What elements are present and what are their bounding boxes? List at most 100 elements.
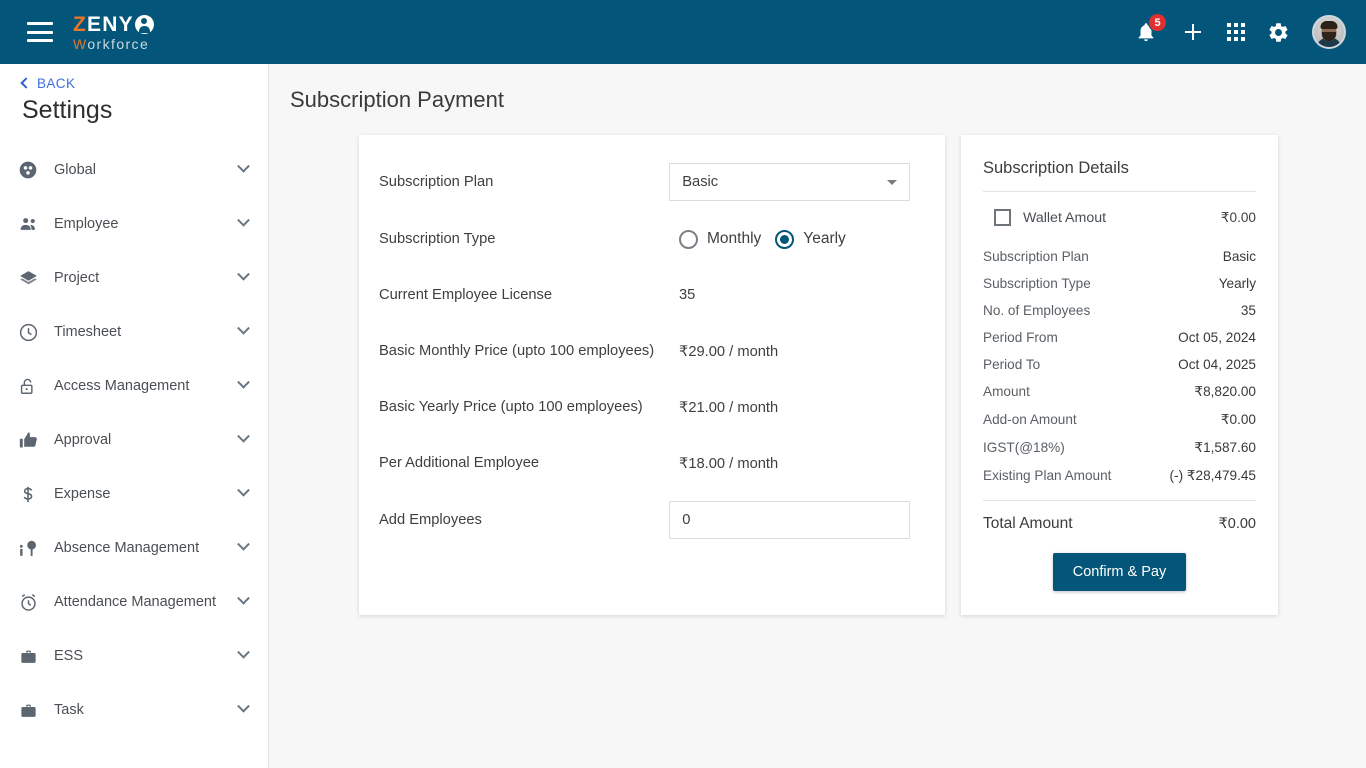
briefcase-icon (18, 699, 46, 721)
app-logo[interactable]: Z ENY Workforce (73, 14, 154, 51)
radio-monthly-label: Monthly (707, 230, 762, 247)
chevron-left-icon (20, 77, 32, 89)
notifications-button[interactable]: 5 (1133, 13, 1167, 47)
sidebar-item-label: ESS (54, 648, 84, 664)
add-employees-input[interactable] (669, 501, 910, 539)
sidebar-item-employee[interactable]: Employee (0, 197, 268, 251)
alarm-clock-icon (18, 591, 46, 613)
global-icon (18, 159, 46, 181)
subscription-plan-row: Subscription Plan Basic (379, 163, 910, 201)
detail-key: Subscription Type (983, 276, 1091, 291)
detail-value: ₹1,587.60 (1194, 440, 1256, 455)
row-label: Basic Yearly Price (upto 100 employees) (379, 399, 643, 415)
sidebar-item-global[interactable]: Global (0, 143, 268, 197)
total-amount-label: Total Amount (983, 515, 1073, 532)
clock-icon (18, 321, 46, 343)
sidebar-item-label: Attendance Management (54, 594, 217, 610)
chevron-down-icon (237, 483, 250, 497)
detail-row-addon-amount: Add-on Amount ₹0.00 (983, 406, 1256, 434)
sidebar-item-absence-management[interactable]: Absence Management (0, 521, 268, 575)
topbar-actions: 5 (1133, 13, 1346, 49)
hamburger-menu-icon[interactable] (27, 22, 53, 42)
logo-eny-letters: ENY (87, 12, 134, 36)
sidebar-title: Settings (22, 96, 113, 124)
apps-grid-icon (1227, 23, 1245, 41)
detail-value: Yearly (1218, 276, 1256, 291)
absence-tree-icon (18, 537, 46, 559)
add-employees-label: Add Employees (379, 512, 482, 528)
chevron-down-icon (237, 267, 250, 281)
sidebar-item-label: Global (54, 162, 96, 178)
radio-option-yearly[interactable]: Yearly (775, 229, 846, 249)
user-avatar[interactable] (1312, 15, 1346, 49)
sidebar-item-label: Timesheet (54, 324, 122, 340)
cards-container: Subscription Plan Basic Subscription Typ… (359, 135, 1366, 615)
sidebar-item-label: Employee (54, 216, 119, 232)
top-header-bar: Z ENY Workforce 5 (0, 0, 1366, 64)
detail-value: Basic (1222, 249, 1256, 264)
gear-icon (1269, 22, 1288, 42)
detail-row-subscription-plan: Subscription Plan Basic (983, 243, 1256, 270)
detail-value: Oct 05, 2024 (1178, 330, 1256, 345)
sidebar-item-approval[interactable]: Approval (0, 413, 268, 467)
radio-monthly-icon (679, 229, 698, 249)
back-link[interactable]: BACK (20, 76, 268, 91)
sidebar-item-project[interactable]: Project (0, 251, 268, 305)
basic-monthly-price-row: Basic Monthly Price (upto 100 employees)… (379, 333, 910, 369)
sidebar-item-label: Absence Management (54, 540, 200, 556)
sidebar-item-expense[interactable]: Expense (0, 467, 268, 521)
confirm-and-pay-button[interactable]: Confirm & Pay (1052, 553, 1187, 591)
project-layers-icon (18, 267, 46, 289)
subscription-form-card: Subscription Plan Basic Subscription Typ… (359, 135, 945, 615)
sidebar-item-timesheet[interactable]: Timesheet (0, 305, 268, 359)
chevron-down-icon (237, 645, 250, 659)
detail-key: No. of Employees (983, 303, 1091, 318)
detail-value: Oct 04, 2025 (1178, 357, 1256, 372)
sidebar-item-attendance-management[interactable]: Attendance Management (0, 575, 268, 629)
sidebar-item-access-management[interactable]: Access Management (0, 359, 268, 413)
detail-row-period-from: Period From Oct 05, 2024 (983, 324, 1256, 351)
logo-secondary-text: Workforce (73, 37, 154, 51)
detail-row-no-of-employees: No. of Employees 35 (983, 297, 1256, 324)
main-content: Subscription Payment Subscription Plan B… (269, 64, 1366, 768)
settings-button[interactable] (1267, 21, 1290, 44)
subscription-plan-label: Subscription Plan (379, 174, 494, 190)
sidebar-item-task[interactable]: Task (0, 683, 268, 737)
row-label: Basic Monthly Price (upto 100 employees) (379, 343, 655, 359)
detail-value: 35 (1240, 303, 1256, 318)
chevron-down-icon (237, 699, 250, 713)
detail-value: ₹8,820.00 (1194, 384, 1256, 399)
detail-row-subscription-type: Subscription Type Yearly (983, 270, 1256, 297)
chevron-down-icon (237, 375, 250, 389)
wallet-amount-value: ₹0.00 (1220, 209, 1256, 225)
logo-person-badge-icon (134, 14, 154, 34)
detail-value: (-) ₹28,479.45 (1169, 468, 1256, 483)
current-employee-license-row: Current Employee License 35 (379, 277, 910, 313)
add-employees-row: Add Employees (379, 501, 910, 539)
apps-launcher-button[interactable] (1227, 23, 1245, 41)
chevron-down-icon (887, 179, 897, 185)
pay-button-container: Confirm & Pay (983, 553, 1256, 591)
chevron-down-icon (237, 321, 250, 335)
row-value: ₹21.00 / month (679, 399, 779, 416)
total-amount-row: Total Amount ₹0.00 (983, 501, 1256, 533)
chevron-down-icon (237, 159, 250, 173)
sidebar-item-ess[interactable]: ESS (0, 629, 268, 683)
detail-key: Period From (983, 330, 1058, 345)
sidebar-item-label: Expense (54, 486, 111, 502)
settings-nav-list: Global Employee Project Timesheet Access… (0, 143, 268, 737)
subscription-plan-select[interactable]: Basic (669, 163, 910, 201)
detail-key: Subscription Plan (983, 249, 1089, 264)
settings-sidebar: BACK Settings Global Employee Project Ti… (0, 64, 269, 768)
wallet-amount-row: Wallet Amout ₹0.00 (994, 209, 1256, 226)
subscription-type-radio-group: Monthly Yearly (679, 229, 846, 249)
add-new-button[interactable] (1181, 20, 1205, 44)
radio-option-monthly[interactable]: Monthly (679, 229, 762, 249)
logo-w-letter: W (73, 35, 88, 52)
plus-icon (1185, 24, 1201, 40)
back-link-label: BACK (37, 76, 76, 91)
logo-primary-text: Z ENY (73, 14, 154, 35)
wallet-amount-checkbox[interactable] (994, 209, 1011, 226)
chevron-down-icon (237, 429, 250, 443)
logo-z-letter: Z (73, 12, 88, 36)
